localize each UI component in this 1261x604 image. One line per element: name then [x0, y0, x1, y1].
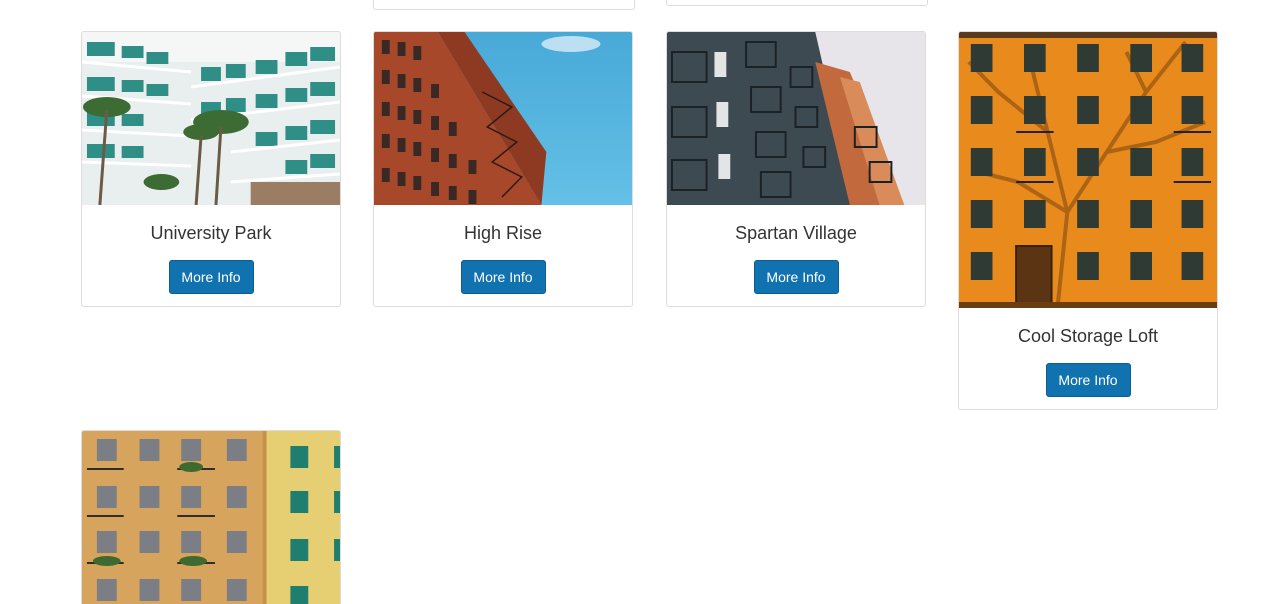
- listing-card: [81, 430, 341, 604]
- listing-photo[interactable]: [374, 32, 632, 205]
- listing-card: High Rise More Info: [373, 31, 633, 307]
- more-info-button[interactable]: More Info: [753, 260, 839, 294]
- more-info-button[interactable]: More Info: [1045, 363, 1131, 397]
- listing-title: Spartan Village: [735, 223, 857, 243]
- listing-title: High Rise: [463, 223, 543, 243]
- more-info-button[interactable]: More Info: [460, 260, 546, 294]
- listing-photo[interactable]: [667, 32, 925, 205]
- listing-card: University Park More Info: [81, 31, 341, 307]
- listing-card: Spartan Village More Info: [666, 31, 926, 307]
- listing-photo[interactable]: [82, 431, 340, 604]
- more-info-button[interactable]: More Info: [168, 260, 254, 294]
- listing-photo[interactable]: [82, 32, 340, 205]
- listing-title: Cool Storage Loft: [1017, 326, 1159, 346]
- partial-card-above: [666, 0, 928, 6]
- listing-card: Cool Storage Loft More Info: [958, 31, 1218, 410]
- partial-card-above: [373, 0, 635, 10]
- listing-title: University Park: [150, 223, 272, 243]
- listings-page: University Park More Info High Rise More…: [0, 0, 1261, 604]
- listing-photo[interactable]: [959, 32, 1217, 308]
